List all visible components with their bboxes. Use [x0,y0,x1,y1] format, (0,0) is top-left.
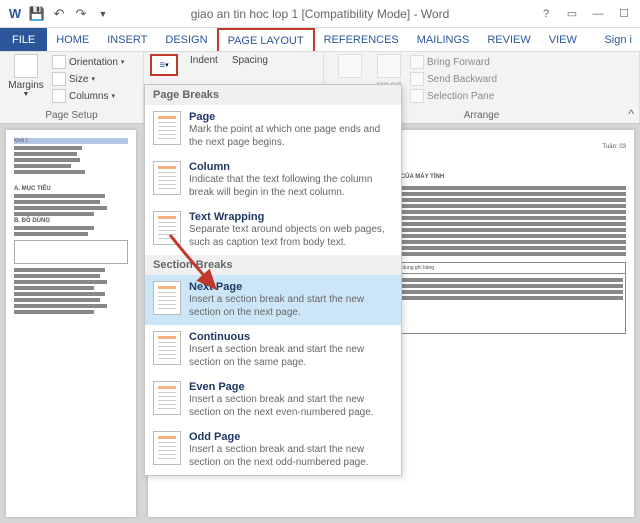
bring-forward-icon [410,55,424,69]
continuous-break-icon [153,331,181,365]
sign-in-link[interactable]: Sign i [596,28,640,51]
size-icon [52,72,66,86]
group-page-setup: Margins ▼ Orientation▾ Size▾ Columns▾ Pa… [0,52,144,123]
title-bar: W 💾 ↶ ↷ ▼ giao an tin hoc lop 1 [Compati… [0,0,640,28]
dd-item-text-wrapping[interactable]: Text WrappingSeparate text around object… [145,205,401,255]
tab-mailings[interactable]: MAILINGS [408,28,479,51]
dd-header-page-breaks: Page Breaks [145,85,401,105]
columns-button[interactable]: Columns▾ [50,88,126,104]
dd-item-odd-page[interactable]: Odd PageInsert a section break and start… [145,425,401,475]
columns-icon [52,89,66,103]
tab-home[interactable]: HOME [47,28,98,51]
bring-forward-button[interactable]: Bring Forward [408,54,499,70]
page-1: Khối 1 A. MỤC TIÊU B. ĐỒ DÙNG [6,130,136,517]
orientation-button[interactable]: Orientation▾ [50,54,126,70]
window-title: giao an tin hoc lop 1 [Compatibility Mod… [191,7,450,21]
chevron-down-icon: ▼ [23,91,30,98]
doc-highlight: Khối 1 [14,138,128,144]
word-icon: W [6,5,24,23]
margins-icon [14,54,38,78]
page-setup-label: Page Setup [6,108,137,123]
tab-design[interactable]: DESIGN [156,28,216,51]
maximize-icon[interactable]: ☐ [612,4,636,24]
breaks-button[interactable]: ≡▾ [150,54,178,76]
position-button[interactable] [330,54,370,80]
save-icon[interactable]: 💾 [28,5,46,23]
qat-dropdown-icon[interactable]: ▼ [94,5,112,23]
tab-file[interactable]: FILE [0,28,47,51]
doc-box [14,240,128,264]
selection-pane-icon [410,89,424,103]
redo-icon[interactable]: ↷ [72,5,90,23]
breaks-dropdown: Page Breaks PageMark the point at which … [144,84,402,476]
selection-pane-button[interactable]: Selection Pane [408,88,499,104]
help-icon[interactable]: ? [534,4,558,24]
margins-label: Margins [8,80,44,91]
text-wrapping-break-icon [153,211,181,245]
dd-item-column[interactable]: ColumnIndicate that the text following t… [145,155,401,205]
odd-page-break-icon [153,431,181,465]
dd-header-section-breaks: Section Breaks [145,255,401,275]
orientation-icon [52,55,66,69]
quick-access-toolbar: W 💾 ↶ ↷ ▼ [0,5,112,23]
tab-references[interactable]: REFERENCES [315,28,408,51]
next-page-break-icon [153,281,181,315]
margins-button[interactable]: Margins ▼ [6,54,46,98]
size-button[interactable]: Size▾ [50,71,126,87]
indent-label: Indent [188,54,220,67]
page-break-icon [153,111,181,145]
tab-page-layout[interactable]: PAGE LAYOUT [217,28,315,51]
ribbon-tabs: FILE HOME INSERT DESIGN PAGE LAYOUT REFE… [0,28,640,52]
send-backward-button[interactable]: Send Backward [408,71,499,87]
wrap-text-icon [377,54,401,78]
column-break-icon [153,161,181,195]
ribbon-options-icon[interactable]: ▭ [560,4,584,24]
dd-item-even-page[interactable]: Even PageInsert a section break and star… [145,375,401,425]
undo-icon[interactable]: ↶ [50,5,68,23]
dd-item-next-page[interactable]: Next PageInsert a section break and star… [145,275,401,325]
even-page-break-icon [153,381,181,415]
tab-view[interactable]: VIEW [540,28,586,51]
collapse-ribbon-icon[interactable]: ^ [628,107,634,121]
minimize-icon[interactable]: — [586,4,610,24]
position-icon [338,54,362,78]
send-backward-icon [410,72,424,86]
tab-insert[interactable]: INSERT [98,28,156,51]
dd-item-continuous[interactable]: ContinuousInsert a section break and sta… [145,325,401,375]
tab-review[interactable]: REVIEW [478,28,539,51]
dd-item-page[interactable]: PageMark the point at which one page end… [145,105,401,155]
spacing-label: Spacing [230,54,270,67]
